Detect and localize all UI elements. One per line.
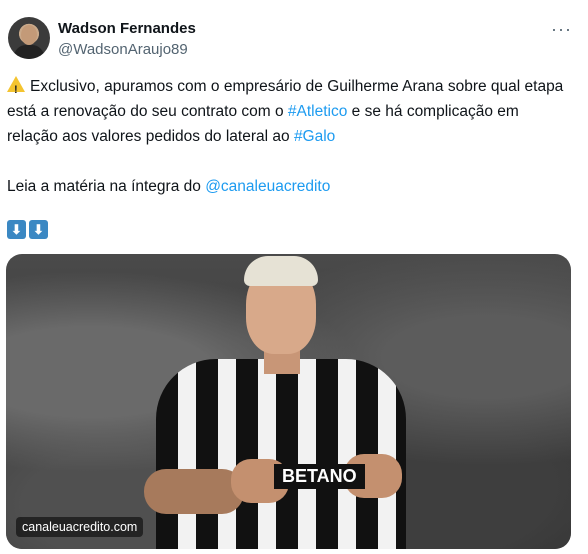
jersey-sponsor: BETANO [274,464,365,489]
tweet-line2-prefix: Leia a matéria na íntegra do [7,178,206,195]
player-arm [144,469,244,514]
tweet-card[interactable]: Wadson Fernandes @WadsonAraujo89 ··· Exc… [0,0,588,554]
avatar-shirt [14,45,44,59]
player-hair [244,256,318,286]
tweet-paragraph-2: Leia a matéria na íntegra do @canaleuacr… [7,174,567,199]
image-watermark: canaleuacredito.com [16,517,144,537]
tweet-text: Exclusivo, apuramos com o empresário de … [7,74,567,199]
arrow-emojis: ⬇ ⬇ [7,220,48,239]
tweet-paragraph-1: Exclusivo, apuramos com o empresário de … [7,74,567,149]
hashtag-galo[interactable]: #Galo [294,128,335,145]
author-name[interactable]: Wadson Fernandes [58,20,196,37]
tweet-media-image[interactable]: BETANO canaleuacredito.com [6,254,571,549]
down-arrow-icon: ⬇ [29,220,48,239]
avatar-face [21,25,37,45]
author-handle[interactable]: @WadsonAraujo89 [58,41,188,58]
mention-canaleuacredito[interactable]: @canaleuacredito [205,178,330,195]
down-arrow-icon: ⬇ [7,220,26,239]
avatar[interactable] [8,17,50,59]
warning-icon [7,76,25,103]
more-options-icon[interactable]: ··· [551,20,572,38]
hashtag-atletico[interactable]: #Atletico [288,103,347,120]
